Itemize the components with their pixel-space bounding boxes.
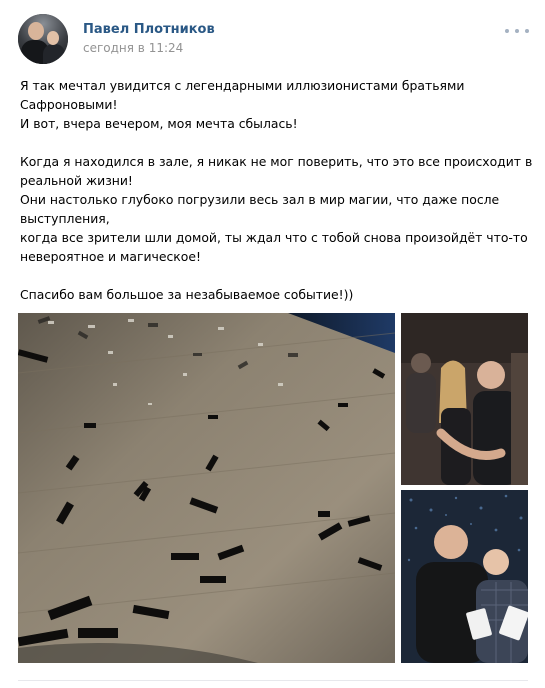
post-photo-with-cards[interactable] (401, 490, 528, 663)
post-text-line: когда все зрители шли домой, ты ждал что… (20, 230, 528, 245)
post-timestamp[interactable]: сегодня в 11:24 (83, 41, 183, 55)
post-photo-people-event[interactable] (401, 313, 528, 485)
post-text-line: невероятное и магическое! (20, 249, 201, 264)
more-dots-icon[interactable] (505, 26, 529, 36)
post-text-line: Они настолько глубоко погрузили весь зал… (20, 192, 500, 207)
post-text-line: выступления, (20, 211, 110, 226)
post-text-line (20, 266, 530, 285)
post-text-line (20, 133, 530, 152)
author-name-link[interactable]: Павел Плотников (83, 22, 215, 37)
post-text-line: реальной жизни! (20, 173, 133, 188)
post-text-line: Сафроновыми! (20, 97, 118, 112)
post-photo-confetti-floor[interactable] (18, 313, 395, 663)
post-text-line: Спасибо вам большое за незабываемое собы… (20, 287, 354, 302)
post-divider (18, 680, 528, 681)
wall-post: Павел Плотников сегодня в 11:24 Я так ме… (0, 0, 545, 688)
post-text-line: Когда я находился в зале, я никак не мог… (20, 154, 533, 169)
author-avatar[interactable] (18, 14, 68, 64)
post-text-line: Я так мечтал увидится с легендарными илл… (20, 78, 465, 93)
post-text-line: И вот, вчера вечером, моя мечта сбылась! (20, 116, 298, 131)
post-text: Я так мечтал увидится с легендарными илл… (20, 76, 533, 304)
